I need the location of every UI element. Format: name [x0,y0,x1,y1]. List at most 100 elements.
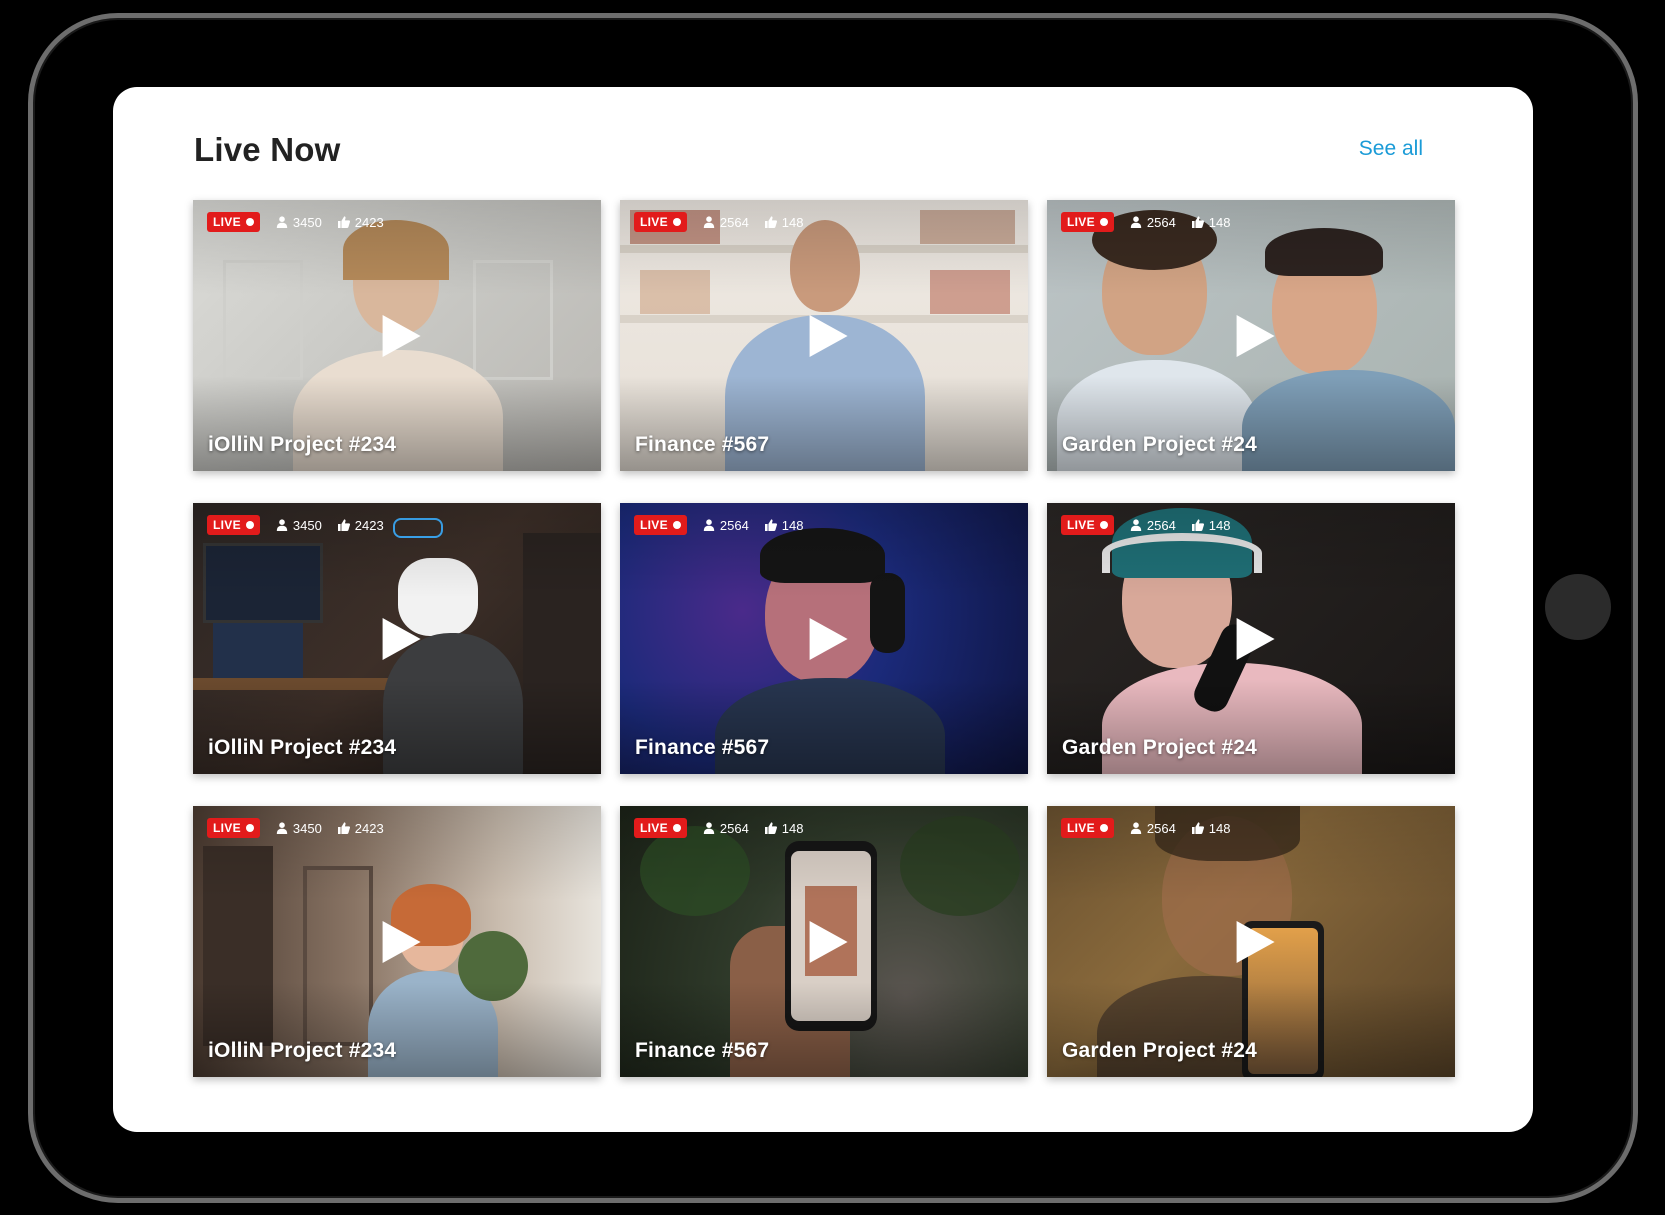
live-dot-icon [1099,824,1108,832]
play-icon [809,617,848,660]
thumbs-up-icon [1191,519,1204,531]
stream-card[interactable]: LIVE 3450 2423 iOlliN Project #234 [193,503,601,774]
thumbs-up-icon [764,822,777,834]
viewer-count: 2564 [1130,518,1176,533]
stream-card[interactable]: LIVE 2564 148 Finance #567 [620,806,1028,1077]
play-icon [1236,314,1275,357]
play-button[interactable] [379,616,425,662]
stream-card[interactable]: LIVE 2564 148 Garden Project #24 [1047,806,1455,1077]
play-button[interactable] [379,313,425,359]
stream-card[interactable]: LIVE 2564 148 Garden Project #24 [1047,200,1455,471]
thumbs-up-icon [764,519,777,531]
thumbs-up-icon [764,216,777,228]
user-icon [703,519,715,531]
see-all-link[interactable]: See all [1359,137,1423,161]
live-badge: LIVE [1061,212,1114,232]
play-button[interactable] [1233,313,1279,359]
stream-stats-bar: LIVE 3450 2423 [207,515,384,535]
stream-stats-bar: LIVE 2564 148 [634,212,804,232]
viewer-count: 2564 [703,518,749,533]
viewer-count: 2564 [1130,215,1176,230]
viewer-count: 2564 [1130,821,1176,836]
live-dot-icon [245,218,254,226]
live-badge: LIVE [634,515,687,535]
thumbs-up-icon [337,822,350,834]
live-dot-icon [672,521,681,529]
stream-card[interactable]: LIVE 2564 148 Finance #567 [620,200,1028,471]
stream-stats-bar: LIVE 2564 148 [634,818,804,838]
stream-stats-bar: LIVE 2564 148 [1061,212,1231,232]
play-icon [809,920,848,963]
like-count: 148 [1191,518,1231,533]
stream-title: Finance #567 [635,433,770,456]
stream-card[interactable]: LIVE 2564 148 Finance #567 [620,503,1028,774]
play-button[interactable] [1233,919,1279,965]
like-count: 148 [1191,821,1231,836]
play-button[interactable] [806,919,852,965]
stream-stats-bar: LIVE 3450 2423 [207,818,384,838]
thumbs-up-icon [1191,216,1204,228]
live-dot-icon [1099,521,1108,529]
user-icon [1130,822,1142,834]
stream-card[interactable]: LIVE 3450 2423 iOlliN Project #234 [193,200,601,471]
user-icon [276,822,288,834]
home-button[interactable] [1545,574,1611,640]
live-badge: LIVE [1061,515,1114,535]
stream-stats-bar: LIVE 3450 2423 [207,212,384,232]
play-icon [382,617,421,660]
play-icon [1236,920,1275,963]
section-title: Live Now [194,131,341,168]
user-icon [1130,519,1142,531]
app-screen: Live Now See all LIVE 3450 2423 iOlliN P… [113,87,1533,1132]
live-stream-grid: LIVE 3450 2423 iOlliN Project #234 LIVE [193,200,1455,1077]
stream-title: iOlliN Project #234 [208,1039,397,1062]
viewer-count: 3450 [276,821,322,836]
stream-card[interactable]: LIVE 3450 2423 iOlliN Project #234 [193,806,601,1077]
stream-title: iOlliN Project #234 [208,433,397,456]
viewer-count: 3450 [276,215,322,230]
play-icon [382,920,421,963]
thumbs-up-icon [337,519,350,531]
like-count: 2423 [337,215,384,230]
live-badge: LIVE [207,818,260,838]
viewer-count: 3450 [276,518,322,533]
like-count: 148 [764,821,804,836]
user-icon [703,822,715,834]
viewer-count: 2564 [703,215,749,230]
live-dot-icon [672,218,681,226]
stream-title: Garden Project #24 [1062,433,1258,456]
live-badge: LIVE [207,515,260,535]
viewer-count: 2564 [703,821,749,836]
stream-title: Garden Project #24 [1062,1039,1258,1062]
live-dot-icon [1099,218,1108,226]
play-button[interactable] [1233,616,1279,662]
live-badge: LIVE [207,212,260,232]
like-count: 148 [764,518,804,533]
play-icon [382,314,421,357]
live-badge: LIVE [1061,818,1114,838]
user-icon [1130,216,1142,228]
stream-title: iOlliN Project #234 [208,736,397,759]
play-button[interactable] [806,616,852,662]
user-icon [276,216,288,228]
play-button[interactable] [379,919,425,965]
thumbs-up-icon [337,216,350,228]
like-count: 148 [1191,215,1231,230]
stream-title: Finance #567 [635,736,770,759]
live-dot-icon [245,521,254,529]
live-badge: LIVE [634,212,687,232]
user-icon [276,519,288,531]
stream-title: Finance #567 [635,1039,770,1062]
play-icon [1236,617,1275,660]
play-icon [809,314,848,357]
stream-title: Garden Project #24 [1062,736,1258,759]
play-button[interactable] [806,313,852,359]
live-dot-icon [245,824,254,832]
live-badge: LIVE [634,818,687,838]
like-count: 2423 [337,821,384,836]
stream-card[interactable]: LIVE 2564 148 Garden Project #24 [1047,503,1455,774]
stream-stats-bar: LIVE 2564 148 [634,515,804,535]
like-count: 2423 [337,518,384,533]
thumbs-up-icon [1191,822,1204,834]
stream-stats-bar: LIVE 2564 148 [1061,515,1231,535]
